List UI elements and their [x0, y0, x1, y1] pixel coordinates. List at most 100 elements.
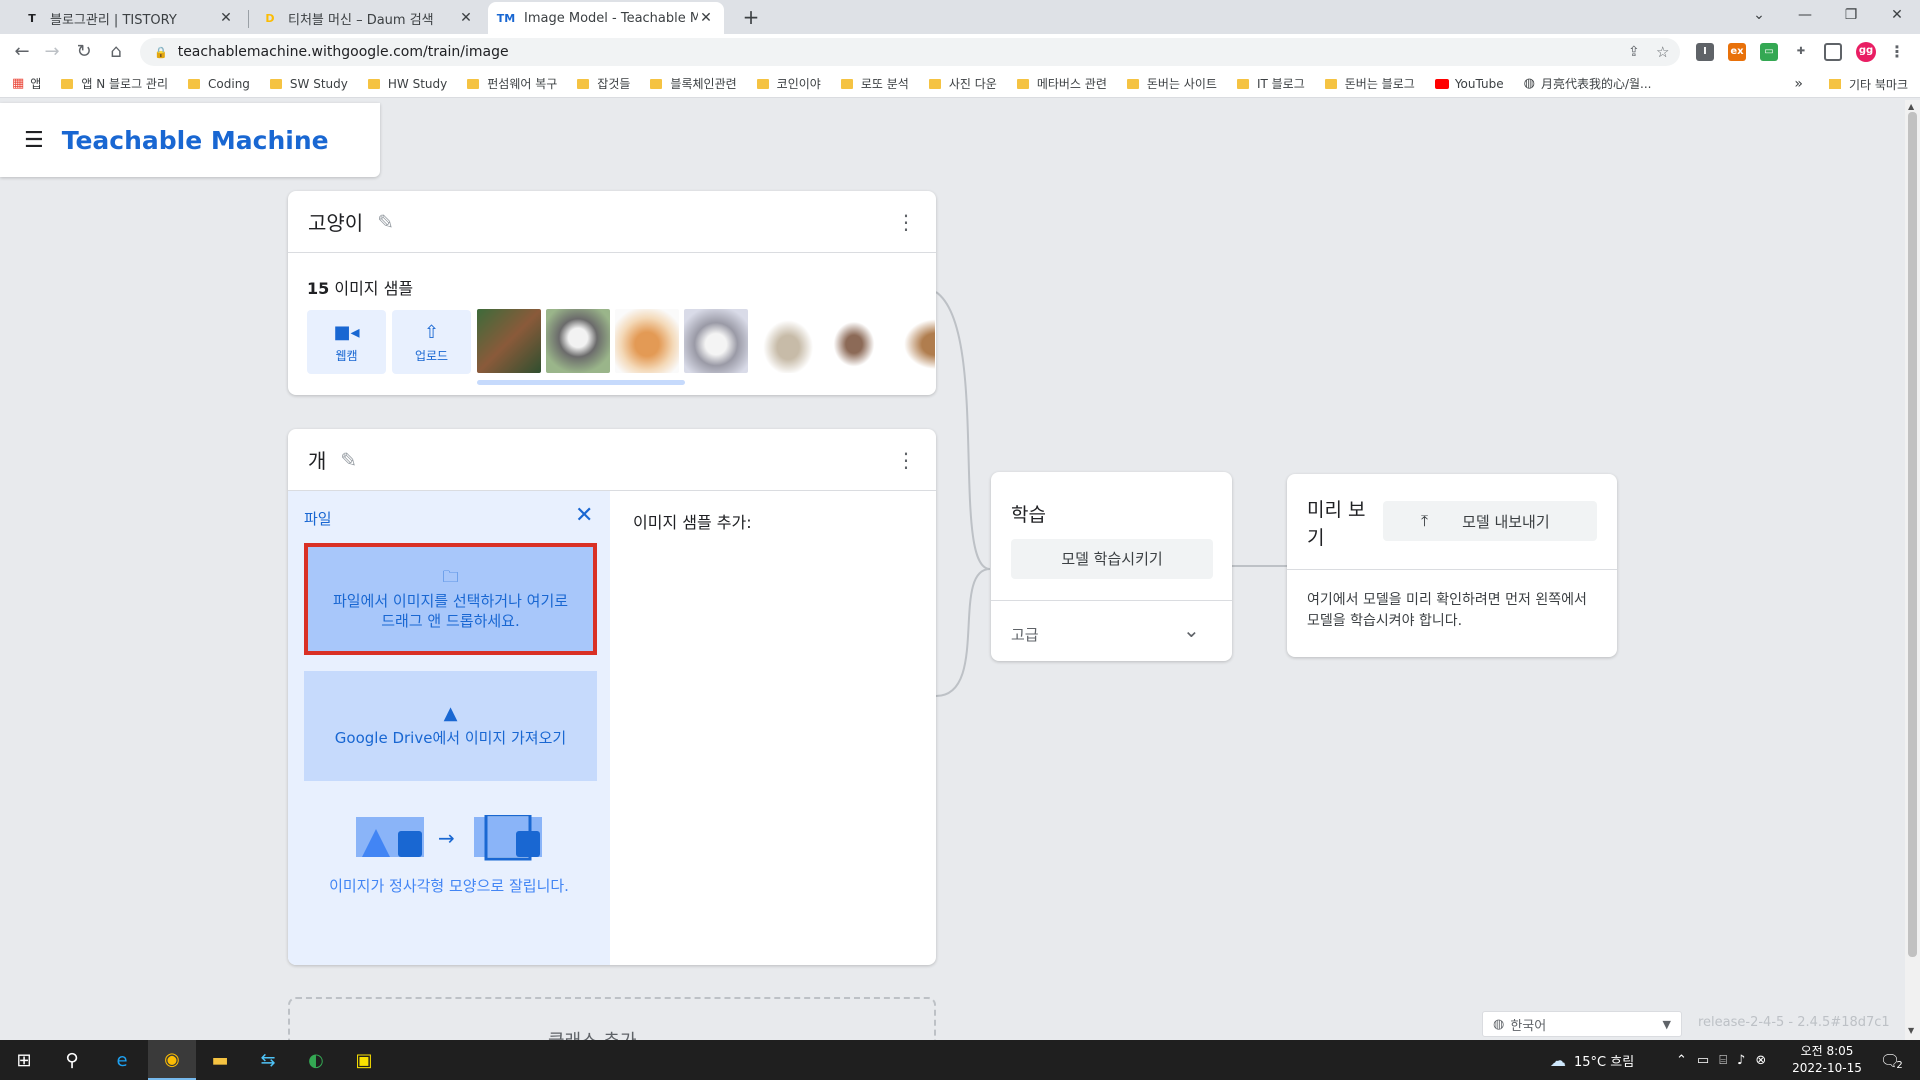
restore-icon[interactable]: ❐	[1828, 0, 1874, 30]
webcam-icon: ■◂	[333, 322, 360, 343]
edit-pencil-icon[interactable]: ✎	[377, 210, 394, 234]
bookmark-label: 블록체인관련	[670, 77, 737, 91]
teachable-machine-icon: TM	[496, 11, 516, 25]
bookmark-label: 펀섬웨어 복구	[487, 77, 558, 91]
advanced-toggle[interactable]: 고급	[1011, 624, 1039, 645]
wifi-icon[interactable]: ⌸	[1719, 1053, 1727, 1068]
tab-divider	[248, 10, 249, 28]
add-class-button[interactable]: 클래스 추가	[288, 997, 936, 1040]
windows-start-icon[interactable]: ⊞	[0, 1040, 48, 1080]
bookmark-apps[interactable]: ▦ 앱	[12, 75, 41, 92]
menu-icon[interactable]: ⋮	[1888, 43, 1906, 61]
language-select[interactable]: ◍ 한국어 ▼	[1482, 1011, 1682, 1037]
minimize-icon[interactable]: —	[1782, 0, 1828, 30]
weather-widget[interactable]: ☁ 15°C 흐림	[1550, 1040, 1634, 1080]
bookmark-item[interactable]: 돈버는 사이트	[1126, 75, 1217, 92]
hamburger-menu-icon[interactable]: ☰	[24, 128, 44, 153]
search-icon[interactable]: ⚲	[48, 1040, 96, 1080]
bookmark-item[interactable]: IT 블로그	[1236, 75, 1305, 92]
share-icon[interactable]: ⇪	[1628, 44, 1640, 60]
more-options-icon[interactable]: ⋮	[896, 448, 916, 472]
thumbnail-scrollbar[interactable]	[477, 380, 685, 385]
chevron-up-icon[interactable]: ⌃	[1676, 1053, 1687, 1068]
tab-tistory[interactable]: T 블로그관리 | TISTORY ✕	[14, 2, 244, 34]
window-close-icon[interactable]: ✕	[1874, 0, 1920, 30]
close-icon[interactable]: ✕	[218, 10, 234, 26]
class-name[interactable]: 고양이	[308, 207, 363, 236]
other-bookmarks[interactable]: 기타 북마크	[1849, 76, 1908, 93]
new-tab-button[interactable]: +	[738, 4, 764, 30]
bookmark-item[interactable]: 블록체인관련	[650, 75, 737, 92]
sample-thumbnail[interactable]	[753, 309, 817, 373]
scrollbar-thumb[interactable]	[1908, 112, 1917, 957]
bookmark-youtube[interactable]: YouTube	[1434, 77, 1504, 91]
reload-icon[interactable]: ↻	[72, 40, 96, 64]
volume-icon[interactable]: ♪	[1737, 1053, 1745, 1068]
bookmark-item[interactable]: SW Study	[269, 77, 348, 91]
bookmark-item[interactable]: 사진 다운	[928, 75, 997, 92]
scroll-up-icon[interactable]: ▲	[1908, 102, 1914, 111]
bookmark-item[interactable]: ◍ 月亮代表我的心/월...	[1524, 75, 1652, 92]
notification-center[interactable]: 🗨 2	[1880, 1040, 1903, 1080]
edit-pencil-icon[interactable]: ✎	[340, 448, 357, 472]
file-drop-zone[interactable]: 🗀 파일에서 이미지를 선택하거나 여기로 드래그 앤 드롭하세요.	[304, 543, 597, 655]
kakaotalk-icon[interactable]: ▣	[340, 1040, 388, 1080]
training-card: 학습 모델 학습시키기 고급 ⌄	[991, 472, 1232, 661]
upload-button[interactable]: ⇧ 업로드	[392, 310, 471, 374]
bookmark-item[interactable]: Coding	[188, 77, 250, 91]
bookmark-item[interactable]: 메타버스 관련	[1016, 75, 1107, 92]
tab-daum[interactable]: D 티처블 머신 – Daum 검색 ✕	[252, 2, 484, 34]
extension-icon[interactable]: ex	[1728, 43, 1746, 61]
bookmark-item[interactable]: 코인이야	[756, 75, 821, 92]
sample-thumbnail[interactable]	[891, 309, 935, 373]
internet-explorer-icon[interactable]: e	[98, 1040, 146, 1080]
export-model-button[interactable]: ⤒ 모델 내보내기	[1383, 501, 1597, 541]
scroll-down-icon[interactable]: ▼	[1908, 1026, 1914, 1035]
sample-thumbnail[interactable]	[546, 309, 610, 373]
sample-thumbnail[interactable]	[822, 309, 886, 373]
tab-teachable-machine[interactable]: TM Image Model - Teachable Mach ✕	[488, 2, 724, 34]
google-drive-button[interactable]: ▲ Google Drive에서 이미지 가져오기	[304, 671, 597, 781]
webcam-button[interactable]: ■◂ 웹캠	[307, 310, 386, 374]
class-name[interactable]: 개	[308, 445, 326, 474]
network-icon[interactable]: ▭	[1697, 1053, 1709, 1068]
bookmark-item[interactable]: HW Study	[367, 77, 447, 91]
bookmark-label: 月亮代表我的心/월...	[1540, 77, 1652, 91]
extension-icon[interactable]: I	[1696, 43, 1714, 61]
globe-icon: ◍	[1523, 76, 1535, 91]
bookmark-item[interactable]: 잡것들	[577, 75, 630, 92]
edge-icon[interactable]: ◐	[292, 1040, 340, 1080]
sample-thumbnail[interactable]	[615, 309, 679, 373]
teamviewer-icon[interactable]: ⇆	[244, 1040, 292, 1080]
more-options-icon[interactable]: ⋮	[896, 210, 916, 234]
side-panel-icon[interactable]	[1824, 43, 1842, 61]
close-icon[interactable]: ✕	[458, 10, 474, 26]
sample-thumbnail[interactable]	[684, 309, 748, 373]
bookmarks-overflow-button[interactable]: »	[1794, 76, 1803, 92]
train-model-button[interactable]: 모델 학습시키기	[1011, 539, 1213, 579]
page-scrollbar[interactable]: ▲ ▼	[1905, 100, 1920, 1040]
bookmark-item[interactable]: 앱 N 블로그 관리	[61, 75, 168, 92]
puzzle-icon[interactable]: ✚	[1792, 43, 1810, 61]
bookmark-item[interactable]: 펀섬웨어 복구	[467, 75, 557, 92]
address-bar[interactable]: 🔒 teachablemachine.withgoogle.com/train/…	[140, 38, 1680, 66]
status-icon[interactable]: ⊗	[1755, 1053, 1766, 1068]
close-icon[interactable]: ✕	[575, 503, 593, 528]
clock[interactable]: 오전 8:05 2022-10-15	[1790, 1043, 1864, 1077]
sample-thumbnail[interactable]	[477, 309, 541, 373]
file-explorer-icon[interactable]: ▬	[196, 1040, 244, 1080]
chevron-down-icon[interactable]: ⌄	[1183, 618, 1200, 642]
home-icon[interactable]: ⌂	[104, 40, 128, 64]
chrome-icon[interactable]: ◉	[148, 1040, 196, 1080]
bookmark-item[interactable]: 로또 분석	[840, 75, 909, 92]
back-icon[interactable]: ←	[10, 40, 34, 64]
forward-icon[interactable]: →	[40, 40, 64, 64]
tab-search-icon[interactable]: ⌄	[1736, 0, 1782, 30]
url-text: teachablemachine.withgoogle.com/train/im…	[177, 44, 509, 60]
star-icon[interactable]: ☆	[1656, 43, 1669, 61]
bookmark-item[interactable]: 돈버는 블로그	[1324, 75, 1415, 92]
avatar[interactable]: gg	[1856, 42, 1876, 62]
close-icon[interactable]: ✕	[698, 10, 714, 26]
extension-icon[interactable]: ▭	[1760, 43, 1778, 61]
svg-text:→: →	[438, 826, 455, 850]
